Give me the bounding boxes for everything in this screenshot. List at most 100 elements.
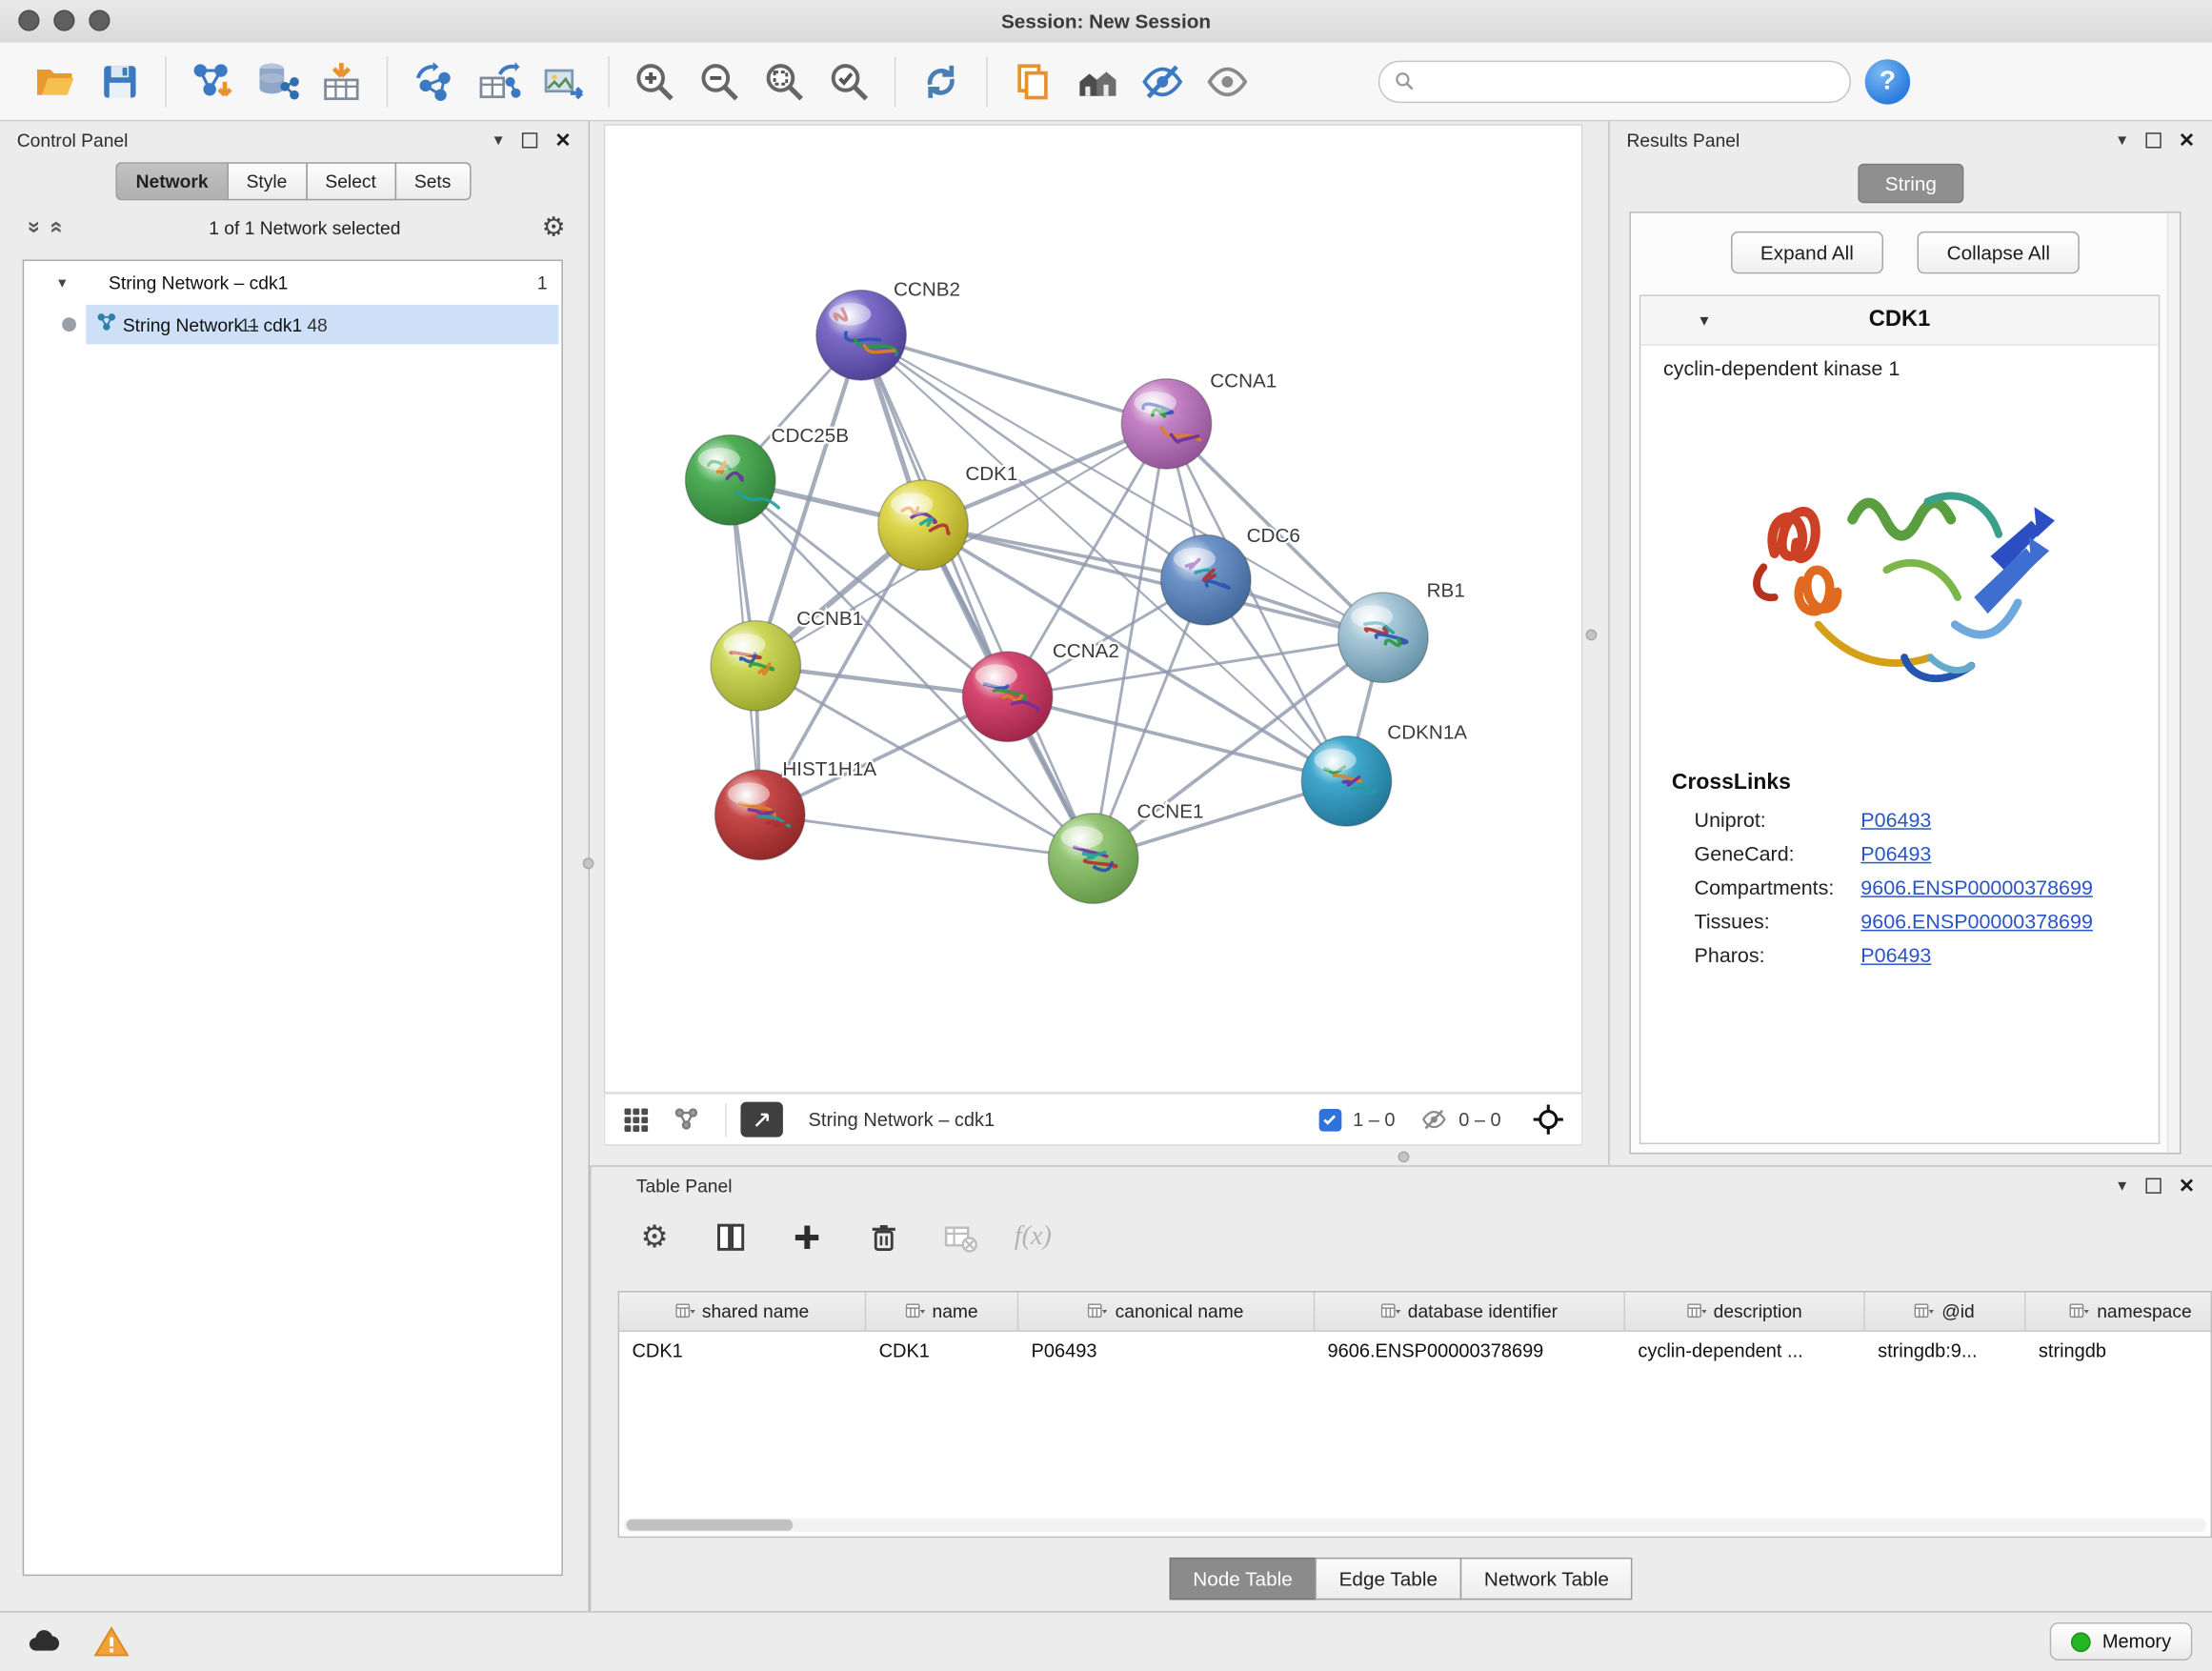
duplicate-view-button[interactable] xyxy=(1000,49,1065,113)
network-row-selected[interactable]: String Network – cdk1 11 48 xyxy=(24,303,561,345)
delete-table-icon-disabled xyxy=(938,1217,980,1258)
tab-select[interactable]: Select xyxy=(306,162,396,200)
network-node-CDK1[interactable]: CDK1 xyxy=(878,463,1018,571)
network-node-CCNA1[interactable]: CCNA1 xyxy=(1121,370,1277,469)
panel-close-icon[interactable]: ✕ xyxy=(554,128,571,151)
column-header-database-identifier[interactable]: database identifier xyxy=(1315,1293,1625,1331)
search-icon xyxy=(1394,70,1415,91)
show-columns-icon[interactable] xyxy=(710,1217,752,1258)
crosslink-link[interactable]: P06493 xyxy=(1860,844,1931,867)
import-network-file-button[interactable] xyxy=(179,49,244,113)
table-cell[interactable]: CDK1 xyxy=(866,1332,1018,1370)
detach-view-button[interactable] xyxy=(740,1102,782,1137)
column-header-shared-name[interactable]: shared name xyxy=(619,1293,866,1331)
open-session-button[interactable] xyxy=(23,49,88,113)
save-session-button[interactable] xyxy=(88,49,152,113)
network-canvas-svg[interactable]: CCNB2CCNA1CDC25BCDK1CDC6RB1CCNB1CCNA2CDK… xyxy=(605,126,1581,1092)
column-header-name[interactable]: name xyxy=(866,1293,1018,1331)
collapse-all-button[interactable]: Collapse All xyxy=(1918,232,2081,273)
panel-float-icon[interactable] xyxy=(522,131,537,147)
crosshair-icon[interactable] xyxy=(1532,1103,1564,1136)
collapse-all-networks-icon[interactable]: » xyxy=(44,216,70,239)
panel-close-icon[interactable]: ✕ xyxy=(2179,128,2195,151)
zoom-out-button[interactable] xyxy=(687,49,752,113)
network-node-RB1[interactable]: RB1 xyxy=(1338,579,1465,682)
warning-status-icon[interactable] xyxy=(88,1621,135,1662)
scrollbar-thumb[interactable] xyxy=(627,1520,794,1531)
crosslink-link[interactable]: 9606.ENSP00000378699 xyxy=(1860,912,2093,935)
save-icon xyxy=(99,60,141,102)
table-row[interactable]: CDK1CDK1P064939606.ENSP00000378699cyclin… xyxy=(619,1332,2210,1370)
import-network-database-button[interactable] xyxy=(244,49,309,113)
node-label-CCNA2: CCNA2 xyxy=(1053,640,1119,662)
panel-menu-icon[interactable]: ▾ xyxy=(2118,1177,2126,1194)
delete-column-trash-icon[interactable] xyxy=(862,1217,904,1258)
network-node-CDKN1A[interactable]: CDKN1A xyxy=(1301,722,1467,827)
network-node-CCNB1[interactable]: CCNB1 xyxy=(711,608,863,711)
new-network-button[interactable] xyxy=(401,49,466,113)
crosslink-link[interactable]: P06493 xyxy=(1860,945,1931,968)
network-node-CCNB2[interactable]: CCNB2 xyxy=(816,278,960,380)
hide-details-button[interactable] xyxy=(1130,49,1195,113)
network-node-HIST1H1A[interactable]: HIST1H1A xyxy=(714,758,876,860)
cloud-status-icon[interactable] xyxy=(20,1621,68,1662)
tab-sets[interactable]: Sets xyxy=(394,162,471,200)
expand-all-button[interactable]: Expand All xyxy=(1731,232,1883,273)
table-cell[interactable]: cyclin-dependent ... xyxy=(1625,1332,1865,1370)
column-header-namespace[interactable]: namespace xyxy=(2026,1293,2212,1331)
tab-network-table[interactable]: Network Table xyxy=(1460,1558,1633,1600)
table-cell[interactable]: 9606.ENSP00000378699 xyxy=(1315,1332,1625,1370)
tab-node-table[interactable]: Node Table xyxy=(1169,1558,1317,1600)
table-cell[interactable]: stringdb xyxy=(2026,1332,2212,1370)
zoom-fit-button[interactable] xyxy=(752,49,816,113)
show-details-button[interactable] xyxy=(1195,49,1259,113)
table-horizontal-scrollbar[interactable] xyxy=(624,1518,2207,1532)
memory-button[interactable]: Memory xyxy=(2050,1622,2192,1661)
export-image-button[interactable] xyxy=(531,49,595,113)
splitter-handle[interactable] xyxy=(583,857,594,869)
table-cell[interactable]: stringdb:9... xyxy=(1865,1332,2026,1370)
table-options-gear-icon[interactable]: ⚙ xyxy=(633,1217,675,1258)
gene-section-header[interactable]: ▾ CDK1 xyxy=(1640,296,2158,346)
network-selection-summary: 1 of 1 Network selected xyxy=(68,216,542,237)
tab-network[interactable]: Network xyxy=(116,162,228,200)
table-cell[interactable]: CDK1 xyxy=(619,1332,866,1370)
column-header-description[interactable]: description xyxy=(1625,1293,1865,1331)
zoom-selected-button[interactable] xyxy=(816,49,881,113)
table-cell[interactable]: P06493 xyxy=(1018,1332,1315,1370)
panel-float-icon[interactable] xyxy=(2146,1178,2162,1193)
panel-menu-icon[interactable]: ▾ xyxy=(2118,131,2126,149)
splitter-handle[interactable] xyxy=(1398,1151,1410,1162)
tab-string[interactable]: String xyxy=(1859,164,1963,203)
network-from-table-button[interactable] xyxy=(466,49,531,113)
panel-menu-icon[interactable]: ▾ xyxy=(494,131,503,149)
network-share-icon[interactable] xyxy=(673,1106,699,1133)
network-canvas[interactable]: CCNB2CCNA1CDC25BCDK1CDC6RB1CCNB1CCNA2CDK… xyxy=(604,124,1583,1093)
network-options-gear-icon[interactable]: ⚙ xyxy=(542,211,566,243)
column-header-canonical-name[interactable]: canonical name xyxy=(1018,1293,1315,1331)
network-collection-row[interactable]: ▾ String Network – cdk1 1 xyxy=(24,261,561,303)
search-input[interactable] xyxy=(1425,70,1836,93)
column-header--id[interactable]: @id xyxy=(1865,1293,2026,1331)
selected-nodes-checkbox-icon[interactable] xyxy=(1319,1108,1342,1131)
table-panel-title: Table Panel xyxy=(636,1175,733,1196)
network-node-CDC6[interactable]: CDC6 xyxy=(1161,525,1300,625)
splitter-handle[interactable] xyxy=(1586,629,1598,640)
overview-button[interactable] xyxy=(1065,49,1130,113)
panel-float-icon[interactable] xyxy=(2146,131,2162,147)
gene-collapse-icon[interactable]: ▾ xyxy=(1699,311,1708,331)
grid-toggle-icon[interactable] xyxy=(622,1105,651,1134)
crosslink-link[interactable]: P06493 xyxy=(1860,810,1931,833)
tree-expand-icon[interactable]: ▾ xyxy=(50,273,75,292)
panel-close-icon[interactable]: ✕ xyxy=(2179,1173,2195,1197)
tab-style[interactable]: Style xyxy=(227,162,307,200)
import-table-button[interactable] xyxy=(309,49,373,113)
refresh-layout-button[interactable] xyxy=(909,49,974,113)
expand-all-networks-icon[interactable]: « xyxy=(21,216,47,239)
help-button[interactable]: ? xyxy=(1865,58,1910,103)
crosslink-link[interactable]: 9606.ENSP00000378699 xyxy=(1860,877,2093,900)
zoom-in-button[interactable] xyxy=(622,49,687,113)
add-column-icon[interactable] xyxy=(786,1217,828,1258)
results-scrollbar[interactable] xyxy=(2167,213,2180,1153)
tab-edge-table[interactable]: Edge Table xyxy=(1315,1558,1461,1600)
